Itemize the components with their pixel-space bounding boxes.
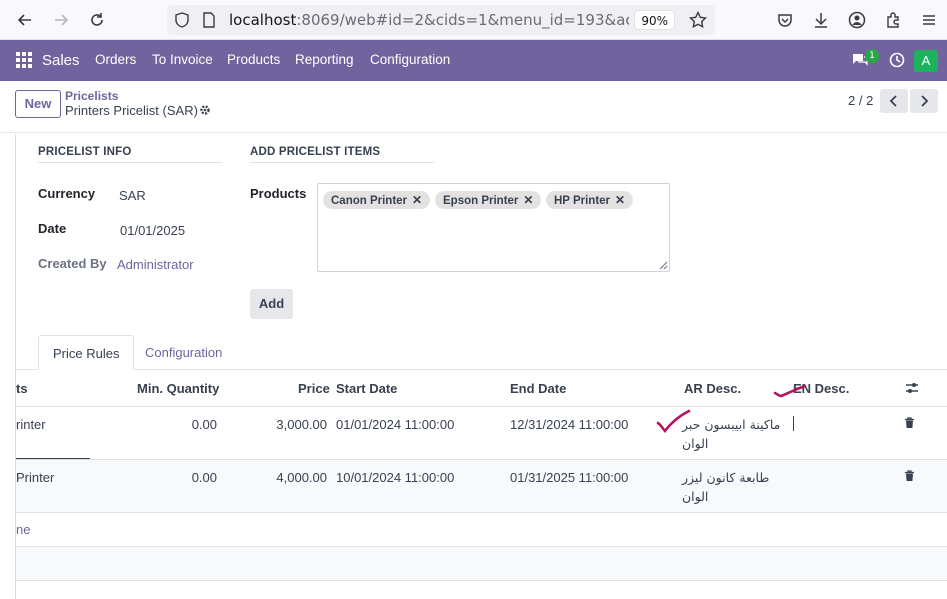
currency-label: Currency	[38, 186, 96, 201]
tab-configuration[interactable]: Configuration	[131, 335, 236, 370]
pocket-icon[interactable]	[773, 8, 797, 32]
page-icon[interactable]	[203, 12, 215, 32]
main-navbar: Sales Orders To Invoice Products Reporti…	[0, 40, 947, 81]
shield-icon[interactable]	[175, 12, 189, 32]
cell-start-date[interactable]: 10/01/2024 11:00:00	[336, 470, 454, 485]
cell-ar-desc[interactable]: ماكينة ابيبسون حبر الوان	[682, 415, 782, 453]
cell-product[interactable]: rinter	[16, 417, 46, 432]
chat-count-badge: 1	[865, 49, 879, 63]
cell-ar-desc[interactable]: طابعة كانون ليزر الوان	[682, 468, 782, 506]
empty-row	[16, 547, 947, 580]
gear-icon[interactable]	[199, 104, 211, 120]
activity-clock-icon[interactable]	[889, 52, 905, 72]
optional-columns-icon[interactable]	[905, 382, 919, 398]
back-icon[interactable]	[13, 8, 37, 32]
date-value[interactable]: 01/01/2025	[120, 223, 185, 238]
menu-reporting[interactable]: Reporting	[295, 52, 354, 67]
cell-price[interactable]: 4,000.00	[237, 470, 327, 485]
date-label: Date	[38, 221, 67, 236]
cell-product[interactable]: Printer	[16, 470, 54, 485]
column-header-min-quantity[interactable]: Min. Quantity	[137, 381, 219, 396]
row-divider	[16, 512, 947, 513]
created-by-value[interactable]: Administrator	[117, 257, 194, 272]
pager-previous-button[interactable]	[880, 89, 908, 113]
product-tag: Epson Printer ✕	[435, 191, 542, 209]
pager-value[interactable]: 2 / 2	[848, 93, 873, 108]
pager-next-button[interactable]	[910, 89, 938, 113]
product-tag: HP Printer ✕	[546, 191, 634, 209]
pricelist-info-heading: PRICELIST INFO	[38, 146, 222, 163]
menu-configuration[interactable]: Configuration	[370, 52, 450, 67]
column-header-start-date[interactable]: Start Date	[336, 381, 397, 396]
created-by-label: Created By	[38, 256, 107, 271]
column-header-end-date[interactable]: End Date	[510, 381, 566, 396]
app-brand[interactable]: Sales	[42, 52, 80, 69]
zoom-level[interactable]: 90%	[634, 10, 675, 30]
cell-min-quantity[interactable]: 0.00	[137, 417, 217, 432]
currency-value[interactable]: SAR	[119, 188, 146, 203]
checkmark-annotation-icon	[656, 409, 691, 433]
products-tags-field[interactable]: Canon Printer ✕ Epson Printer ✕ HP Printer…	[317, 183, 670, 272]
cell-end-date[interactable]: 01/31/2025 11:00:00	[510, 470, 628, 485]
breadcrumb-current: Printers Pricelist (SAR)	[65, 103, 198, 118]
cell-price[interactable]: 3,000.00	[237, 417, 327, 432]
control-panel: New Pricelists Printers Pricelist (SAR) …	[0, 81, 947, 133]
tab-price-rules[interactable]: Price Rules	[38, 335, 135, 370]
text-cursor	[793, 416, 794, 431]
reload-icon[interactable]	[85, 8, 109, 32]
new-button[interactable]: New	[15, 90, 61, 118]
column-header-price[interactable]: Price	[298, 381, 330, 396]
bookmark-star-icon[interactable]	[688, 10, 708, 33]
downloads-icon[interactable]	[809, 8, 833, 32]
forward-icon[interactable]	[49, 8, 73, 32]
user-avatar[interactable]: A	[914, 50, 938, 72]
remove-tag-icon[interactable]: ✕	[615, 193, 625, 207]
checkmark-annotation-icon	[773, 384, 807, 398]
header-divider	[16, 406, 947, 407]
remove-tag-icon[interactable]: ✕	[412, 193, 422, 207]
extensions-icon[interactable]	[881, 8, 905, 32]
menu-to-invoice[interactable]: To Invoice	[152, 52, 213, 67]
product-tag: Canon Printer ✕	[323, 191, 431, 209]
cell-start-date[interactable]: 01/01/2024 11:00:00	[336, 417, 454, 432]
trash-icon[interactable]	[904, 417, 915, 433]
table-row[interactable]	[16, 460, 947, 512]
row-divider	[16, 580, 947, 581]
add-line-link[interactable]: ne	[16, 522, 30, 537]
add-button[interactable]: Add	[250, 289, 293, 319]
url-text[interactable]: localhost:8069/web#id=2&cids=1&menu_id=1…	[229, 11, 629, 29]
column-header-ar-desc[interactable]: AR Desc.	[684, 381, 741, 396]
products-label: Products	[250, 186, 307, 201]
apps-grid-icon[interactable]	[16, 52, 32, 68]
account-icon[interactable]	[845, 8, 869, 32]
menu-icon[interactable]	[917, 8, 941, 32]
url-bar[interactable]: localhost:8069/web#id=2&cids=1&menu_id=1…	[167, 5, 715, 35]
browser-toolbar: localhost:8069/web#id=2&cids=1&menu_id=1…	[0, 0, 947, 40]
menu-products[interactable]: Products	[227, 52, 280, 67]
remove-tag-icon[interactable]: ✕	[523, 193, 533, 207]
resize-grip-icon[interactable]	[659, 261, 668, 270]
trash-icon[interactable]	[904, 470, 915, 486]
cell-end-date[interactable]: 12/31/2024 11:00:00	[510, 417, 628, 432]
column-header-products[interactable]: ts	[16, 381, 28, 396]
add-pricelist-items-heading: ADD PRICELIST ITEMS	[250, 146, 434, 163]
menu-orders[interactable]: Orders	[95, 52, 136, 67]
cell-min-quantity[interactable]: 0.00	[137, 470, 217, 485]
breadcrumb-parent[interactable]: Pricelists	[65, 89, 118, 103]
